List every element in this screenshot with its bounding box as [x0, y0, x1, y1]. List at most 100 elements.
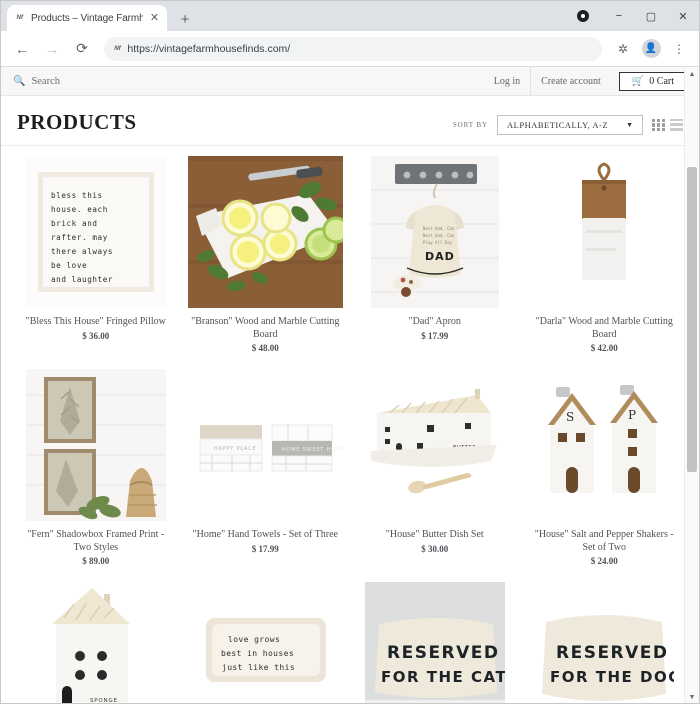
cart-label: 0 Cart	[649, 75, 674, 87]
svg-text:just like this: just like this	[222, 663, 295, 672]
create-account-link[interactable]: Create account	[530, 67, 611, 96]
product-card[interactable]: S P "House" Salt and Pepper Shakers - Se…	[524, 367, 686, 566]
browser-tab[interactable]: ᴺᶠ Products – Vintage Farmhouse F ✕	[7, 5, 167, 31]
product-title: "Branson" Wood and Marble Cutting Board	[191, 316, 340, 340]
svg-text:house. each: house. each	[51, 205, 108, 214]
avatar-icon: 👤	[641, 39, 661, 58]
svg-text:Best dad. Can: Best dad. Can	[423, 226, 455, 231]
product-image	[185, 154, 347, 309]
svg-text:rafter. may: rafter. may	[51, 233, 108, 242]
product-card[interactable]: bless this house. each brick and rafter.…	[15, 154, 177, 353]
product-price: $ 17.99	[421, 330, 449, 341]
maximize-button[interactable]: ▢	[635, 1, 667, 31]
product-row: bless this house. each brick and rafter.…	[15, 154, 685, 353]
product-price: $ 30.00	[421, 543, 449, 554]
new-tab-button[interactable]: +	[175, 12, 195, 27]
product-card[interactable]: "Fern" Shadowbox Framed Print - Two Styl…	[15, 367, 177, 566]
scrollbar-thumb[interactable]	[687, 167, 697, 472]
product-price: $ 17.99	[251, 543, 279, 554]
product-price: $ 36.00	[82, 330, 110, 341]
minimize-button[interactable]: −	[603, 1, 635, 31]
scroll-down-arrow-icon[interactable]: ▼	[685, 690, 699, 703]
svg-text:brick and: brick and	[51, 219, 98, 228]
svg-text:RESERVED: RESERVED	[556, 643, 669, 663]
cart-icon: 🛒	[631, 75, 645, 87]
product-price: $ 24.00	[590, 556, 618, 566]
list-view-button[interactable]	[670, 118, 683, 132]
product-card[interactable]: "Darla" Wood and Marble Cutting Board $ …	[524, 154, 686, 353]
back-button[interactable]: ←	[9, 36, 35, 62]
product-price: $ 48.00	[251, 343, 279, 353]
product-card[interactable]: RESERVED FOR THE CAT	[354, 580, 516, 703]
product-grid: bless this house. each brick and rafter.…	[1, 146, 699, 704]
grid-view-button[interactable]	[652, 118, 665, 132]
collection-header: PRODUCTS SORT BY ALPHABETICALLY, A-Z ▼	[1, 96, 699, 146]
close-window-button[interactable]: ✕	[667, 1, 699, 31]
page-title: PRODUCTS	[17, 110, 137, 134]
scroll-up-arrow-icon[interactable]: ▲	[685, 67, 699, 82]
login-link[interactable]: Log in	[484, 67, 530, 96]
svg-text:DAD: DAD	[425, 250, 455, 263]
tab-title: Products – Vintage Farmhouse F	[31, 12, 143, 24]
svg-text:there always: there always	[51, 247, 113, 256]
product-card[interactable]: love grows best in houses just like this	[185, 580, 347, 703]
product-row: SPONGE love grows best in houses just li…	[15, 580, 686, 704]
product-card[interactable]: "Branson" Wood and Marble Cutting Board …	[185, 154, 347, 353]
tab-strip: ᴺᶠ Products – Vintage Farmhouse F ✕ + − …	[1, 1, 699, 31]
svg-text:Play All Day: Play All Day	[423, 240, 452, 245]
product-card[interactable]: BUTTER "House" Butter Dish Set $ 30.00	[354, 367, 516, 566]
product-image: bless this house. each brick and rafter.…	[15, 154, 177, 309]
chevron-down-icon: ▼	[626, 121, 633, 129]
svg-text:be love: be love	[51, 261, 87, 270]
address-bar[interactable]: ᴺᶠ https://vintagefarmhousefinds.com/	[104, 36, 602, 61]
svg-text:RESERVED: RESERVED	[387, 643, 500, 663]
product-image: S P	[524, 367, 686, 522]
reload-button[interactable]: ⟳	[69, 36, 95, 62]
sort-select[interactable]: ALPHABETICALLY, A-Z ▼	[497, 115, 643, 135]
recording-indicator-icon	[577, 10, 589, 22]
product-card[interactable]: Best dad. Can Best dad. Can Play All Day…	[354, 154, 516, 353]
product-card[interactable]: HAPPY PLACE HOME SWEET HOME "Home" Hand …	[185, 367, 347, 566]
extensions-icon[interactable]: ✲	[611, 37, 635, 61]
svg-text:best in houses: best in houses	[221, 649, 294, 658]
svg-text:FOR THE DOG: FOR THE DOG	[550, 668, 674, 686]
product-title: "Bless This House" Fringed Pillow	[25, 316, 166, 327]
product-image: RESERVED FOR THE CAT	[354, 580, 516, 703]
profile-avatar[interactable]: 👤	[639, 37, 663, 61]
product-price: $ 89.00	[82, 556, 110, 566]
product-image: BUTTER	[354, 367, 516, 522]
browser-menu-icon[interactable]: ⋮	[667, 37, 691, 61]
cart-button[interactable]: 🛒 0 Cart	[618, 71, 687, 91]
product-row: "Fern" Shadowbox Framed Print - Two Styl…	[15, 367, 685, 566]
sort-selected-value: ALPHABETICALLY, A-Z	[507, 120, 609, 130]
site-favicon-icon: ᴺᶠ	[114, 43, 121, 54]
page-scrollbar[interactable]: ▲ ▼	[684, 67, 699, 703]
product-image: SPONGE	[15, 580, 177, 704]
site-header: 🔍 Search Log in Create account 🛒 0 Cart	[1, 67, 699, 96]
svg-text:Best dad. Can: Best dad. Can	[423, 233, 455, 238]
sort-controls: SORT BY ALPHABETICALLY, A-Z ▼	[453, 115, 683, 135]
forward-button[interactable]: →	[39, 36, 65, 62]
tab-close-icon[interactable]: ✕	[148, 12, 161, 24]
svg-text:and laughter: and laughter	[51, 275, 113, 284]
svg-text:bless this: bless this	[51, 191, 103, 200]
svg-text:HAPPY PLACE: HAPPY PLACE	[214, 446, 256, 452]
product-image: love grows best in houses just like this	[185, 580, 347, 703]
tab-favicon-icon: ᴺᶠ	[16, 13, 23, 23]
page-viewport: 🔍 Search Log in Create account 🛒 0 Cart …	[1, 67, 699, 704]
product-card[interactable]: SPONGE	[15, 580, 177, 704]
product-title: "Dad" Apron	[408, 316, 461, 327]
product-title: "Home" Hand Towels - Set of Three	[192, 529, 338, 540]
product-title: "Fern" Shadowbox Framed Print - Two Styl…	[27, 529, 165, 553]
search-input[interactable]: 🔍 Search	[13, 76, 60, 87]
window-controls: − ▢ ✕	[603, 1, 699, 31]
header-actions: Log in Create account 🛒 0 Cart	[484, 67, 687, 96]
product-image	[524, 154, 686, 309]
product-image	[15, 367, 177, 522]
svg-text:SPONGE: SPONGE	[90, 698, 118, 704]
svg-text:S: S	[566, 410, 574, 424]
svg-text:P: P	[628, 408, 636, 422]
product-card[interactable]: RESERVED FOR THE DOG	[524, 580, 686, 703]
product-title: "Darla" Wood and Marble Cutting Board	[535, 316, 673, 340]
browser-window: ᴺᶠ Products – Vintage Farmhouse F ✕ + − …	[0, 0, 700, 704]
